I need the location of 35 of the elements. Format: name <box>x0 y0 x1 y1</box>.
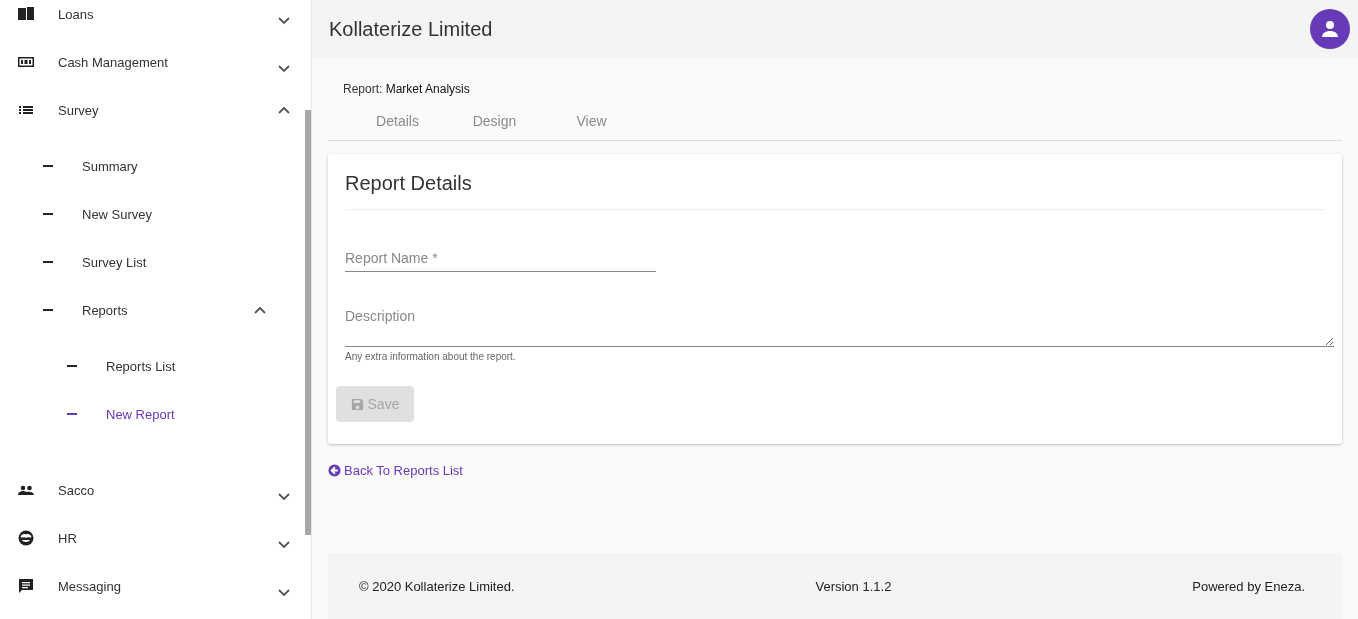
sidebar-subitem[interactable]: Summary <box>0 142 305 190</box>
sidebar-item[interactable]: Survey <box>0 86 305 134</box>
dash-icon <box>43 165 53 167</box>
sidebar-item[interactable]: Sacco <box>0 466 305 514</box>
chat-icon <box>17 577 35 595</box>
card-title: Report Details <box>345 172 1325 210</box>
sidebar-subitem[interactable]: Reports <box>0 286 305 334</box>
sidebar-item[interactable]: HR <box>0 514 305 562</box>
sidebar-subitem[interactable]: Reports List <box>0 342 305 390</box>
sidebar-item[interactable]: Cash Management <box>0 38 305 86</box>
dash-icon <box>43 261 53 263</box>
face-icon <box>17 529 35 547</box>
report-name-field[interactable]: Report Name * <box>345 246 656 272</box>
sidebar-item[interactable]: Messaging <box>0 562 305 610</box>
sidebar-subitem[interactable]: New Report <box>0 390 305 438</box>
scrollbar-thumb[interactable] <box>305 110 311 535</box>
user-icon <box>1320 19 1340 39</box>
sidebar-subitem[interactable]: New Survey <box>0 190 305 238</box>
powered-by-text: Powered by Eneza. <box>1192 578 1305 594</box>
dash-icon <box>67 365 77 367</box>
back-arrow-icon <box>328 464 341 477</box>
sidebar-subitem[interactable]: Survey List <box>0 238 305 286</box>
version-text: Version 1.1.2 <box>815 578 892 594</box>
copyright-text: © 2020 Kollaterize Limited. <box>359 578 515 594</box>
app-title: Kollaterize Limited <box>329 17 493 41</box>
dash-icon <box>43 213 53 215</box>
book-icon <box>17 5 35 23</box>
avatar-button[interactable] <box>1310 9 1350 49</box>
dash-icon <box>67 413 77 415</box>
back-link[interactable]: Back To Reports List <box>328 463 463 478</box>
description-field[interactable]: Description <box>345 304 1334 347</box>
sidebar-item[interactable]: Loans <box>0 0 305 38</box>
dash-icon <box>43 309 53 311</box>
field-hint: Any extra information about the report. <box>345 351 517 362</box>
report-name-label: Report: Market Analysis <box>343 82 471 96</box>
